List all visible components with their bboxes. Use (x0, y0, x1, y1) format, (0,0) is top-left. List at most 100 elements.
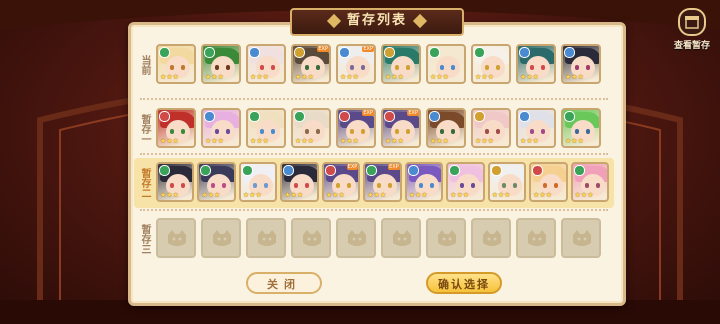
character-portrait[interactable]: ★★★ (471, 108, 511, 148)
empty-slot-icon (168, 230, 186, 246)
character-portrait[interactable]: ★★★ (516, 108, 556, 148)
character-eye (429, 183, 434, 188)
rarity-stars-icon: ★★★ (340, 137, 359, 145)
exp-badge: EXP (362, 110, 374, 116)
character-portrait[interactable]: ★★★ (561, 108, 601, 148)
rarity-stars-icon: ★★★ (475, 73, 494, 81)
rarity-stars-icon: ★★★ (160, 191, 179, 199)
storage-row[interactable]: 暂存三 (134, 214, 614, 264)
character-eye (554, 183, 559, 188)
element-icon (294, 111, 305, 122)
character-portrait[interactable]: ★★★ (529, 162, 568, 202)
empty-slot-icon (258, 230, 276, 246)
empty-slot[interactable] (336, 218, 376, 258)
empty-slot[interactable] (426, 218, 466, 258)
character-portrait[interactable]: ★★★ (381, 44, 421, 84)
character-portrait[interactable]: ★★★ (426, 108, 466, 148)
character-eye (260, 65, 264, 70)
character-portrait[interactable]: ★★★ EXP (291, 44, 331, 84)
character-eye (395, 65, 399, 70)
empty-slot-icon (483, 230, 501, 246)
rarity-stars-icon: ★★★ (340, 73, 359, 81)
character-portrait[interactable]: ★★★ (446, 162, 485, 202)
rarity-stars-icon: ★★★ (520, 73, 539, 81)
exp-badge: EXP (317, 46, 329, 52)
view-stored-label: 查看暂存 (673, 41, 710, 51)
character-portrait[interactable]: ★★★ (246, 108, 286, 148)
character-portrait[interactable]: ★★★ (238, 162, 278, 202)
storage-row[interactable]: 暂存一 ★★★ ★★★ ★★★ ★★★ ★★★ EXP ★★★ EXP ★★★ ★★★ ★★★ ★★★ (134, 104, 614, 154)
character-eye (395, 129, 399, 134)
character-portrait[interactable]: ★★★ EXP (321, 162, 361, 202)
character-portrait[interactable]: ★★★ (201, 108, 241, 148)
character-portrait[interactable]: ★★★ (426, 44, 466, 84)
character-portrait[interactable]: ★★★ EXP (336, 108, 376, 148)
element-icon (241, 165, 253, 176)
character-eye (595, 183, 600, 188)
view-stored-button[interactable]: 查看暂存 (670, 8, 714, 51)
character-eye (305, 129, 309, 134)
empty-slot[interactable] (471, 218, 511, 258)
character-portrait[interactable]: ★★★ (404, 162, 444, 202)
character-portrait[interactable]: ★★★ (156, 44, 196, 84)
character-eye (350, 65, 354, 70)
character-portrait[interactable]: ★★★ EXP (381, 108, 421, 148)
rarity-stars-icon: ★★★ (450, 191, 469, 199)
character-eye (485, 65, 489, 70)
element-icon (490, 165, 502, 176)
character-eye (316, 65, 320, 70)
character-portrait[interactable]: ★★★ (516, 44, 556, 84)
rarity-stars-icon: ★★★ (325, 191, 345, 199)
storage-row[interactable]: 暂存二 ★★★ ★★★ ★★★ ★★★ ★★★ EXP ★★★ EXP ★★★ ★★★ ★★★ ★★★ ★… (134, 158, 614, 208)
character-portrait[interactable]: ★★★ (561, 44, 601, 84)
character-eye (305, 65, 309, 70)
character-portrait[interactable]: ★★★ EXP (363, 162, 402, 202)
rarity-stars-icon: ★★★ (475, 137, 494, 145)
character-portrait[interactable]: ★★★ (197, 162, 236, 202)
empty-slot-icon (213, 230, 231, 246)
character-portrait[interactable]: ★★★ EXP (336, 44, 376, 84)
character-eye (226, 65, 230, 70)
character-portrait[interactable]: ★★★ (156, 162, 195, 202)
character-eye (181, 129, 185, 134)
character-portrait[interactable]: ★★★ (291, 108, 331, 148)
character-portrait[interactable]: ★★★ (487, 162, 527, 202)
empty-slot-icon (573, 230, 591, 246)
empty-slot[interactable] (246, 218, 286, 258)
element-icon (283, 165, 295, 176)
row-label: 暂存二 (139, 168, 150, 198)
element-icon (294, 47, 305, 58)
character-portrait[interactable]: ★★★ (471, 44, 511, 84)
character-portrait[interactable]: ★★★ (156, 108, 196, 148)
character-eye (512, 183, 517, 188)
character-eye (541, 65, 545, 70)
panel-title: 暂存列表 (290, 8, 464, 36)
empty-slot[interactable] (291, 218, 331, 258)
empty-slot-icon (393, 230, 411, 246)
empty-slot[interactable] (561, 218, 601, 258)
element-icon (249, 111, 260, 122)
close-button[interactable]: 关闭 (246, 272, 322, 294)
character-eye (215, 129, 219, 134)
rarity-stars-icon: ★★★ (295, 73, 314, 81)
character-eye (263, 183, 268, 188)
element-icon (573, 165, 585, 176)
character-eye (316, 129, 320, 134)
empty-slot[interactable] (156, 218, 196, 258)
character-portrait[interactable]: ★★★ (246, 44, 286, 84)
confirm-selection-button[interactable]: 确认选择 (426, 272, 502, 294)
element-icon (366, 165, 378, 176)
rarity-stars-icon: ★★★ (250, 73, 269, 81)
rarity-stars-icon: ★★★ (385, 137, 404, 145)
element-icon (564, 47, 575, 58)
character-portrait[interactable]: ★★★ (201, 44, 241, 84)
rarity-stars-icon: ★★★ (160, 73, 179, 81)
empty-slot[interactable] (516, 218, 556, 258)
element-icon (519, 111, 530, 122)
character-eye (170, 183, 174, 188)
storage-row[interactable]: 当前 ★★★ ★★★ ★★★ ★★★ EXP ★★★ EXP ★★★ ★★★ ★★★ ★★★ ★★★ (134, 40, 614, 90)
empty-slot[interactable] (381, 218, 421, 258)
character-portrait[interactable]: ★★★ (280, 162, 319, 202)
empty-slot[interactable] (201, 218, 241, 258)
character-portrait[interactable]: ★★★ (570, 162, 609, 202)
